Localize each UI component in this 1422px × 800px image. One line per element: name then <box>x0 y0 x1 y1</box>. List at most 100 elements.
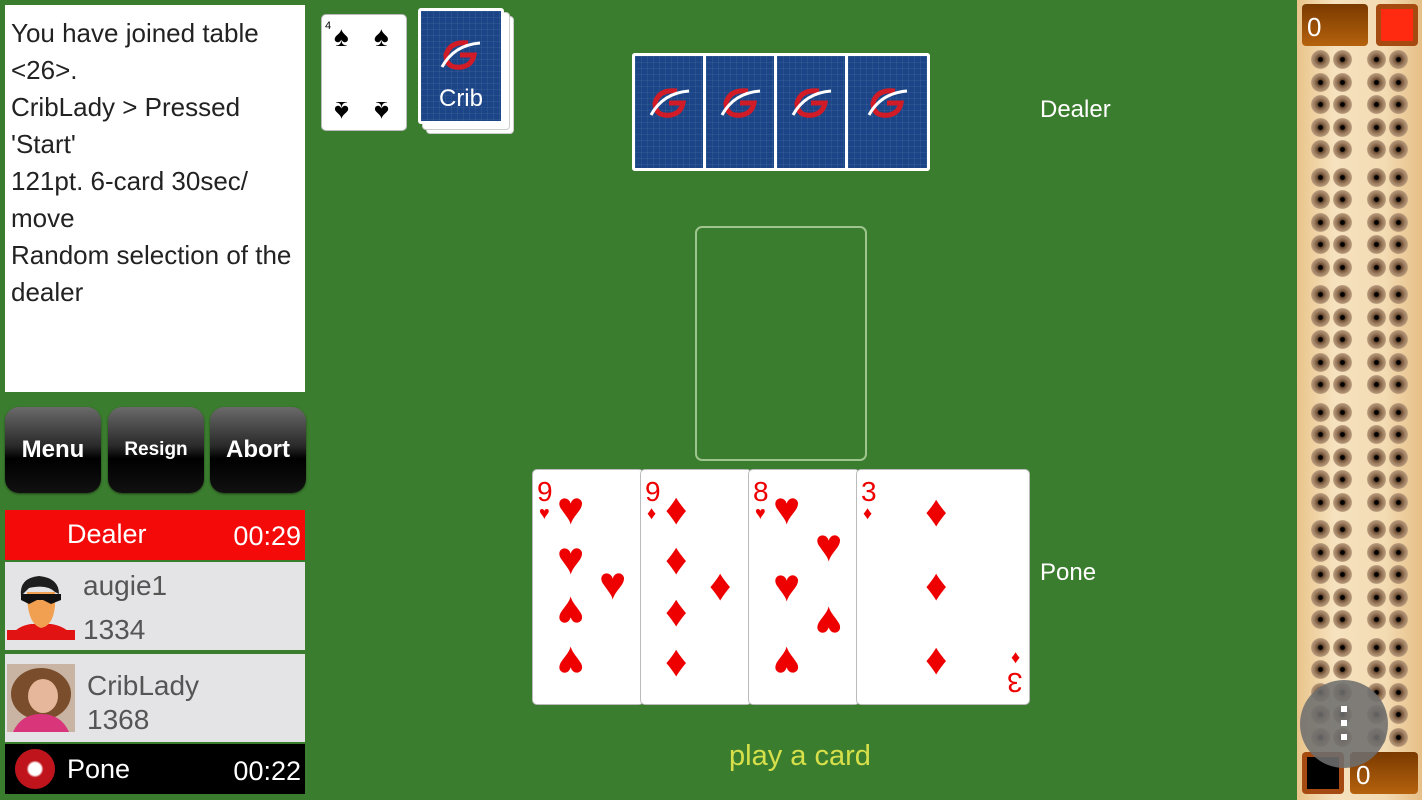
pone-timer: 00:22 <box>233 756 301 786</box>
peg-hole <box>1367 352 1386 372</box>
diamond-icon: ♦ <box>925 635 948 684</box>
peg-hole <box>1311 637 1330 657</box>
peg-hole <box>1389 682 1408 702</box>
peg-hole <box>1389 470 1408 489</box>
cribbage-board: 0 0 <box>1297 0 1422 800</box>
peg-hole <box>1333 470 1352 489</box>
hand-card[interactable]: 9 ♦ ♦ ♦ ♦ ♦ ♦ <box>640 469 752 705</box>
peg-hole <box>1333 375 1352 394</box>
peg-hole <box>1389 565 1408 584</box>
peg-hole <box>1367 50 1386 69</box>
peg-hole <box>1311 167 1330 187</box>
crib-deck: Crib <box>418 8 514 134</box>
player-position-label: Pone <box>1040 559 1097 586</box>
top-score: 0 <box>1307 12 1322 42</box>
peg-hole <box>1333 117 1352 137</box>
heart-icon: ♥ <box>773 637 801 689</box>
peg-hole <box>1311 610 1330 629</box>
card-rank: 9 <box>537 476 553 507</box>
diamond-icon: ♦ <box>647 503 657 523</box>
dealer-role-label: Dealer <box>67 519 147 549</box>
peg-hole <box>1367 520 1386 539</box>
heart-icon: ♥ <box>755 503 766 523</box>
peg-hole <box>1389 542 1408 562</box>
peg-hole <box>1311 520 1330 539</box>
diamond-icon: ♦ <box>665 587 688 636</box>
peg-hole <box>1311 330 1330 349</box>
peg-hole <box>1311 257 1330 277</box>
hand-card[interactable]: 9 ♥ ♥ ♥ ♥ ♥ ♥ <box>532 469 644 705</box>
opponent-position-label: Dealer <box>1040 96 1111 123</box>
peg-hole <box>1333 610 1352 629</box>
chat-message: Random selection of the dealer <box>11 240 292 307</box>
peg-hole <box>1367 212 1386 232</box>
status-message: play a card <box>729 740 871 772</box>
hand-card[interactable]: 3 ♦ ♦ ♦ ♦ ♦ 3 <box>856 469 1030 705</box>
chat-log[interactable]: You have joined table <26>. CribLady > P… <box>5 5 305 392</box>
peg-hole <box>1367 402 1386 422</box>
peg-hole <box>1389 637 1408 657</box>
peg-hole <box>1311 375 1330 394</box>
peg-hole <box>1389 285 1408 304</box>
peg-hole <box>1367 140 1386 159</box>
peg-hole <box>1311 117 1330 137</box>
hand-card[interactable]: 8 ♥ ♥ ♥ ♥ ♥ ♥ <box>748 469 860 705</box>
heart-icon: ♥ <box>557 587 585 639</box>
g-logo-icon <box>440 40 481 70</box>
peg-hole <box>1367 542 1386 562</box>
peg-hole <box>1389 587 1408 607</box>
peg-hole <box>1367 257 1386 277</box>
peg-hole <box>1311 285 1330 304</box>
pone-bar: Pone 00:22 <box>5 744 305 794</box>
card-back <box>703 53 778 171</box>
peg-hole <box>1333 660 1352 679</box>
peg-hole <box>1367 72 1386 92</box>
peg-hole <box>1333 492 1352 512</box>
chat-message: 121pt. 6-card 30sec/ move <box>11 166 249 233</box>
peg-hole <box>1333 520 1352 539</box>
peg-hole <box>1367 610 1386 629</box>
red-peg-indicator <box>1381 9 1413 41</box>
peg-hole <box>1389 447 1408 467</box>
g-logo-icon <box>867 88 907 118</box>
menu-button[interactable]: Menu <box>5 407 101 493</box>
card-rank: 9 <box>645 476 661 507</box>
play-area[interactable] <box>695 226 867 461</box>
card-rank: 4 <box>325 20 332 32</box>
opponent-hand <box>632 53 930 171</box>
peg-hole <box>1311 50 1330 69</box>
peg-hole <box>1311 95 1330 114</box>
peg-hole <box>1333 285 1352 304</box>
starter-card: 4 ♠ ♠ ♠ ♠ <box>321 14 407 131</box>
peg-hole <box>1333 587 1352 607</box>
spade-icon: ♠ <box>334 21 349 52</box>
heart-icon: ♥ <box>557 482 585 534</box>
resign-button[interactable]: Resign <box>108 407 204 493</box>
diamond-icon: ♦ <box>925 561 948 610</box>
spade-icon: ♠ <box>334 96 349 127</box>
player-row-opponent[interactable]: augie1 1334 <box>5 562 305 650</box>
chat-message: You have joined table <26>. <box>11 18 259 85</box>
heart-icon: ♥ <box>773 559 801 611</box>
abort-button[interactable]: Abort <box>210 407 306 493</box>
peg-hole <box>1389 72 1408 92</box>
peg-hole <box>1367 117 1386 137</box>
peg-hole <box>1311 587 1330 607</box>
player-row-self[interactable]: CribLady 1368 <box>5 654 305 742</box>
peg-hole <box>1333 257 1352 277</box>
card-rank: 8 <box>753 476 769 507</box>
heart-icon: ♥ <box>815 519 843 571</box>
card-rank: 3 <box>861 476 877 507</box>
peg-hole <box>1367 565 1386 584</box>
peg-hole <box>1333 565 1352 584</box>
peg-hole <box>1311 190 1330 209</box>
heart-icon: ♥ <box>557 532 585 584</box>
peg-hole <box>1367 637 1386 657</box>
record-dot-icon <box>15 749 55 789</box>
peg-hole <box>1367 425 1386 444</box>
g-logo-icon <box>720 88 760 118</box>
more-options-button[interactable] <box>1300 680 1388 768</box>
diamond-icon: ♦ <box>863 503 873 523</box>
peg-hole <box>1389 705 1408 724</box>
peg-hole <box>1333 212 1352 232</box>
